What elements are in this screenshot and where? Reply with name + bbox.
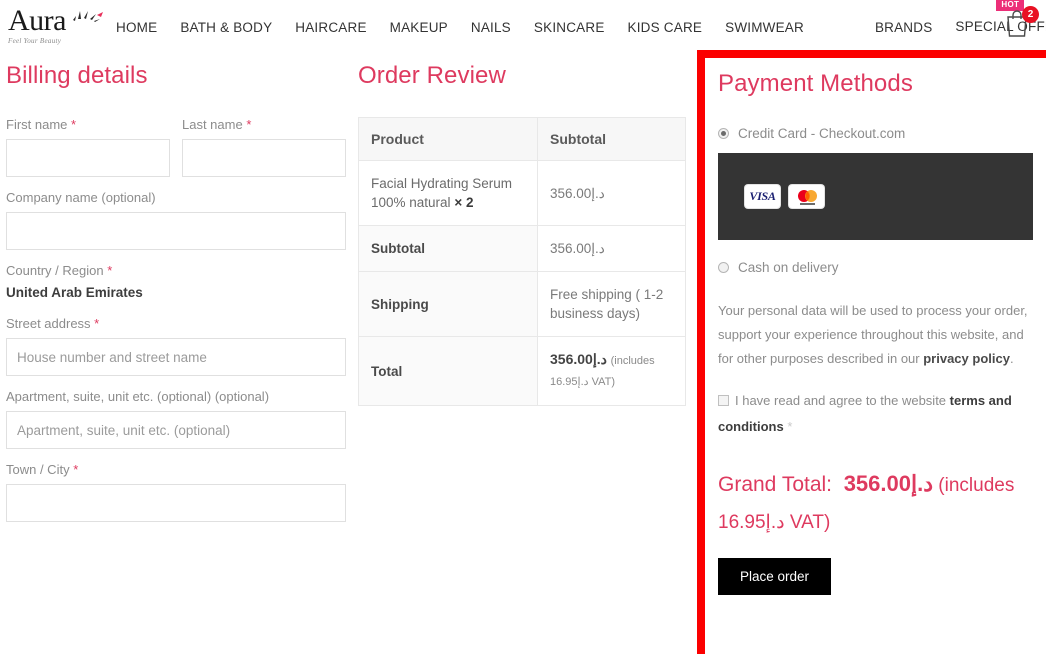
total-amount: 356.00د.إ xyxy=(550,351,607,367)
last-name-label: Last name * xyxy=(182,117,346,132)
order-table-head: Product Subtotal xyxy=(358,117,686,161)
checkout-page: Aura Feel Your Beauty HOME BATH & BODY H… xyxy=(0,0,1046,654)
privacy-policy-link[interactable]: privacy policy xyxy=(923,351,1010,366)
column-header-product: Product xyxy=(358,117,538,161)
order-table-body: Facial Hydrating Serum 100% natural × 2 … xyxy=(358,160,686,406)
visa-label: VISA xyxy=(749,189,776,203)
apartment-field-group: Apartment, suite, unit etc. (optional) (… xyxy=(6,389,346,449)
order-review-title: Order Review xyxy=(358,62,506,89)
sparkle-icon xyxy=(73,11,103,22)
nav-item-kids-care[interactable]: KIDS CARE xyxy=(628,20,703,35)
place-order-button[interactable]: Place order xyxy=(718,558,832,595)
town-label: Town / City * xyxy=(6,462,346,477)
payment-methods-panel: Payment Methods Credit Card - Checkout.c… xyxy=(697,50,1046,654)
payment-option-cash-on-delivery-label: Cash on delivery xyxy=(738,260,839,275)
site-logo[interactable]: Aura Feel Your Beauty xyxy=(8,6,108,50)
nav-item-home[interactable]: HOME xyxy=(116,20,157,35)
radio-credit-card-icon[interactable] xyxy=(718,128,729,139)
nav-item-bath-and-body[interactable]: BATH & BODY xyxy=(180,20,272,35)
product-name: Facial Hydrating Serum 100% natural xyxy=(371,176,513,210)
company-input[interactable] xyxy=(6,212,346,250)
subtotal-label-cell: Subtotal xyxy=(358,225,538,272)
order-review-section: Order Review Product Subtotal Facial Hyd… xyxy=(358,62,688,406)
radio-cash-on-delivery-icon[interactable] xyxy=(718,262,729,273)
nav-item-nails[interactable]: NAILS xyxy=(471,20,511,35)
visa-icon: VISA xyxy=(745,185,780,208)
company-field-group: Company name (optional) xyxy=(6,190,346,250)
payment-option-cash-on-delivery[interactable]: Cash on delivery xyxy=(718,260,1033,275)
grand-total-label: Grand Total: xyxy=(718,473,833,496)
first-name-input[interactable] xyxy=(6,139,170,177)
product-quantity: × 2 xyxy=(454,195,474,210)
terms-checkbox[interactable] xyxy=(718,395,729,407)
payment-option-credit-card-label: Credit Card - Checkout.com xyxy=(738,126,906,141)
street-label-text: Street address xyxy=(6,316,91,331)
terms-required-mark: * xyxy=(787,419,793,434)
apartment-input[interactable] xyxy=(6,411,346,449)
street-required-mark: * xyxy=(94,316,100,331)
town-label-text: Town / City xyxy=(6,462,70,477)
country-value: United Arab Emirates xyxy=(6,285,143,300)
terms-agreement-row[interactable]: I have read and agree to the website ter… xyxy=(718,388,1033,440)
shipping-label-cell: Shipping xyxy=(358,271,538,337)
country-field-group: Country / Region * United Arab Emirates xyxy=(6,263,346,300)
cart-button[interactable]: 2 xyxy=(1004,6,1040,46)
first-name-required-mark: * xyxy=(71,117,77,132)
payment-methods-inner: Payment Methods Credit Card - Checkout.c… xyxy=(705,58,1046,654)
grand-total-amount: 356.00د.إ xyxy=(843,471,934,496)
product-name-cell: Facial Hydrating Serum 100% natural × 2 xyxy=(358,160,538,226)
table-row: Facial Hydrating Serum 100% natural × 2 … xyxy=(358,160,686,226)
cart-count-badge: 2 xyxy=(1022,6,1039,23)
total-label-cell: Total xyxy=(358,336,538,406)
column-header-subtotal: Subtotal xyxy=(537,117,686,161)
last-name-label-text: Last name xyxy=(182,117,243,132)
town-field-group: Town / City * xyxy=(6,462,346,522)
mastercard-icon xyxy=(789,185,824,208)
order-review-table: Product Subtotal Facial Hydrating Serum … xyxy=(358,117,686,406)
country-label: Country / Region * xyxy=(6,263,346,278)
main-navigation: HOME BATH & BODY HAIRCARE MAKEUP NAILS S… xyxy=(116,0,1046,36)
logo-tagline: Feel Your Beauty xyxy=(8,37,62,45)
street-field-group: Street address * xyxy=(6,316,346,376)
payment-methods-title: Payment Methods xyxy=(718,70,913,97)
nav-item-skincare[interactable]: SKINCARE xyxy=(534,20,605,35)
town-city-input[interactable] xyxy=(6,484,346,522)
nav-item-swimwear[interactable]: SWIMWEAR xyxy=(725,20,804,35)
first-name-field-group: First name * xyxy=(6,117,170,177)
company-label: Company name (optional) xyxy=(6,190,156,205)
last-name-required-mark: * xyxy=(246,117,252,132)
last-name-input[interactable] xyxy=(182,139,346,177)
first-name-label-text: First name xyxy=(6,117,68,132)
terms-text: I have read and agree to the website xyxy=(735,393,950,408)
privacy-notice-text-end: . xyxy=(1009,351,1014,366)
table-row: Shipping Free shipping ( 1-2 business da… xyxy=(358,271,686,337)
nav-item-haircare[interactable]: HAIRCARE xyxy=(295,20,366,35)
table-header-row: Product Subtotal xyxy=(358,117,686,161)
shipping-value-cell: Free shipping ( 1-2 business days) xyxy=(537,271,686,337)
nav-item-makeup[interactable]: MAKEUP xyxy=(390,20,448,35)
subtotal-value-cell: 356.00د.إ xyxy=(537,225,686,272)
street-label: Street address * xyxy=(6,316,346,331)
apartment-label: Apartment, suite, unit etc. (optional) (… xyxy=(6,389,270,404)
table-row: Total 356.00د.إ (includes 16.95د.إ VAT) xyxy=(358,336,686,406)
country-label-text: Country / Region xyxy=(6,263,104,278)
billing-title: Billing details xyxy=(6,62,148,89)
nav-item-brands[interactable]: BRANDS xyxy=(875,20,932,35)
street-address-input[interactable] xyxy=(6,338,346,376)
grand-total-row: Grand Total: 356.00د.إ (includes 16.95د.… xyxy=(718,466,1033,541)
privacy-notice: Your personal data will be used to proce… xyxy=(718,299,1033,371)
first-name-label: First name * xyxy=(6,117,170,132)
billing-details-section: Billing details First name * Last name *… xyxy=(6,62,346,535)
table-row: Subtotal 356.00د.إ xyxy=(358,225,686,272)
town-required-mark: * xyxy=(73,462,79,477)
country-required-mark: * xyxy=(107,263,113,278)
total-value-cell: 356.00د.إ (includes 16.95د.إ VAT) xyxy=(537,336,686,406)
product-subtotal-cell: 356.00د.إ xyxy=(537,160,686,226)
last-name-field-group: Last name * xyxy=(182,117,346,177)
payment-option-credit-card[interactable]: Credit Card - Checkout.com xyxy=(718,126,1033,141)
card-brands-box: VISA xyxy=(718,153,1033,240)
site-header: Aura Feel Your Beauty HOME BATH & BODY H… xyxy=(0,0,1046,52)
